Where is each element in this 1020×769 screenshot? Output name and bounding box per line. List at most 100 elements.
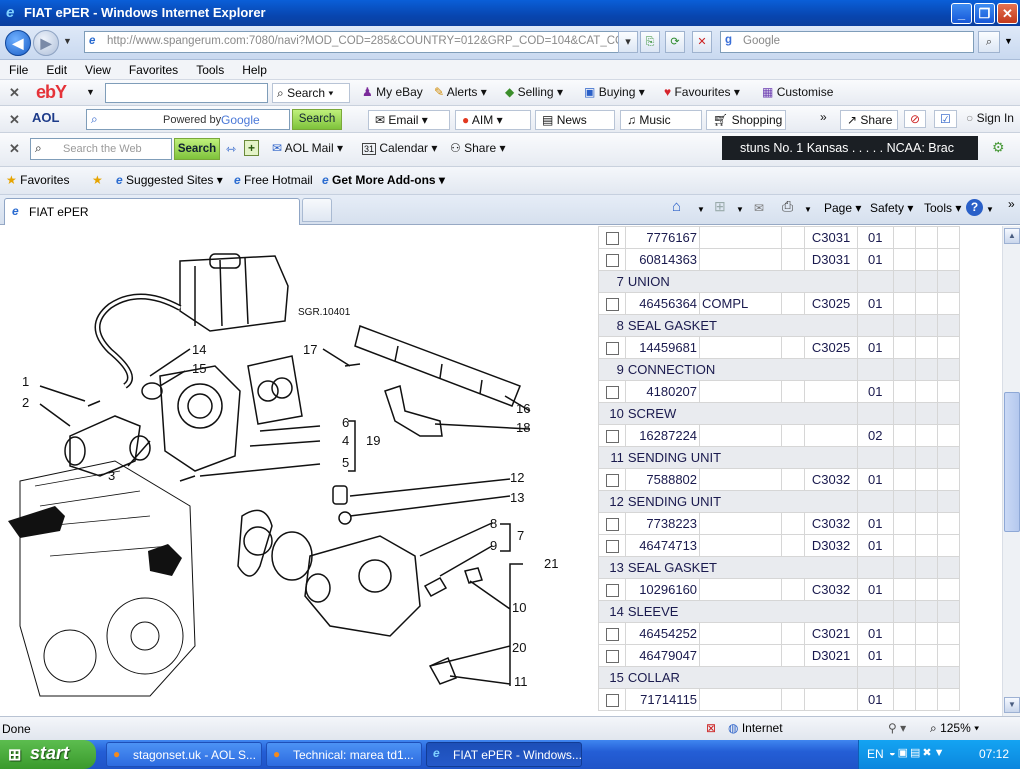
refresh-button[interactable]: ⟳	[665, 31, 685, 53]
tray-icons[interactable]: ◒▣▤✖▼	[889, 746, 947, 759]
menu-view[interactable]: View	[76, 60, 120, 77]
settings-gear-icon[interactable]: ⚙	[992, 139, 1005, 156]
zoom-control[interactable]: ⌕ 125% ▾	[930, 721, 979, 736]
feeds-dropdown-icon[interactable]: ▼	[736, 205, 744, 214]
tools-menu[interactable]: Tools ▾	[924, 201, 961, 215]
news-ticker[interactable]: stuns No. 1 Kansas . . . . . NCAA: Brac	[722, 136, 978, 160]
part-select-checkbox[interactable]	[605, 474, 619, 488]
scroll-thumb[interactable]	[1004, 392, 1020, 532]
part-select-checkbox[interactable]	[605, 232, 619, 246]
address-input[interactable]: e http://www.spangerum.com:7080/navi?MOD…	[84, 31, 634, 53]
close-toolbar-icon[interactable]: ✕	[9, 112, 20, 128]
forward-button[interactable]: ▶	[33, 30, 59, 56]
free-hotmail-link[interactable]: e Free Hotmail	[234, 173, 313, 187]
email-button[interactable]: ✉ Email ▾	[368, 110, 450, 130]
help-dropdown-icon[interactable]: ▼	[986, 205, 994, 214]
share-menu-button[interactable]: ⚇ Share ▾	[450, 141, 506, 155]
address-dropdown-button[interactable]: ▾	[618, 31, 638, 53]
safety-menu[interactable]: Safety ▾	[870, 201, 913, 215]
page-menu[interactable]: Page ▾	[824, 201, 861, 215]
favorites-button[interactable]: ★ Favorites	[6, 173, 69, 187]
addons-status-icon[interactable]: ⚲ ▾	[888, 721, 906, 735]
shopping-button[interactable]: 🛒︎ Shopping	[706, 110, 786, 130]
more-chevron-icon[interactable]: »	[820, 110, 827, 124]
task-technical-marea[interactable]: ● Technical: marea td1...	[266, 742, 422, 767]
buying-button[interactable]: ▣ Buying ▾	[584, 85, 645, 99]
mail-icon[interactable]: ✉	[754, 201, 764, 215]
customise-button[interactable]: ▦ Customise	[762, 85, 833, 99]
part-select-checkbox[interactable]	[605, 540, 619, 554]
suggested-sites-link[interactable]: e Suggested Sites ▾	[116, 173, 223, 187]
help-icon[interactable]: ?	[966, 199, 983, 216]
web-search-button[interactable]: Search	[174, 138, 220, 160]
add-button[interactable]: +	[244, 140, 260, 156]
history-dropdown-icon[interactable]: ▼	[63, 36, 72, 46]
part-select-checkbox[interactable]	[605, 298, 619, 312]
protected-mode-icon[interactable]: ⊠	[706, 721, 716, 735]
alerts-button[interactable]: ✎ Alerts ▾	[434, 85, 487, 99]
part-select-checkbox[interactable]	[605, 430, 619, 444]
share-button[interactable]: ↗ Share	[840, 110, 898, 130]
resize-handle-icon[interactable]: ⇿	[226, 142, 236, 156]
part-select-checkbox[interactable]	[605, 518, 619, 532]
part-select-checkbox[interactable]	[605, 650, 619, 664]
start-button[interactable]: ⊞ start	[0, 740, 96, 769]
more-chevron-icon[interactable]: »	[1008, 197, 1015, 211]
selling-button[interactable]: ◆ Selling ▾	[505, 85, 563, 99]
tab-fiat-eper[interactable]: e FIAT ePER	[4, 198, 300, 225]
web-search-field[interactable]: ⌕ Search the Web	[30, 138, 172, 160]
scroll-down-arrow-icon[interactable]: ▼	[1004, 697, 1020, 713]
stop-button[interactable]: ✕	[692, 31, 712, 53]
close-toolbar-icon[interactable]: ✕	[9, 141, 20, 157]
menu-favorites[interactable]: Favorites	[120, 60, 187, 77]
part-select-checkbox[interactable]	[605, 386, 619, 400]
add-favorite-icon[interactable]: ★	[92, 173, 103, 187]
calendar-button[interactable]: 31 Calendar ▾	[362, 141, 437, 155]
block-button[interactable]: ⊘	[904, 110, 927, 128]
ebay-search-input[interactable]	[105, 83, 268, 103]
home-dropdown-icon[interactable]: ▼	[697, 205, 705, 214]
close-toolbar-icon[interactable]: ✕	[9, 85, 20, 101]
back-button[interactable]: ◀	[5, 30, 31, 56]
new-tab-button[interactable]	[302, 198, 332, 222]
check-button[interactable]: ☑	[934, 110, 957, 128]
ebay-menu-icon[interactable]: ▼	[86, 87, 95, 97]
close-button[interactable]: ✕	[997, 3, 1018, 24]
favourites-button[interactable]: ♥ Favourites ▾	[664, 85, 740, 99]
menu-help[interactable]: Help	[233, 60, 276, 77]
ebay-logo[interactable]: ebY	[36, 82, 67, 103]
part-select-checkbox[interactable]	[605, 694, 619, 708]
menu-file[interactable]: File	[0, 60, 37, 77]
internet-zone[interactable]: ◍ Internet	[728, 721, 783, 735]
task-fiat-eper[interactable]: e FIAT ePER - Windows...	[426, 742, 582, 767]
part-select-checkbox[interactable]	[605, 628, 619, 642]
compat-view-button[interactable]: ⎘	[640, 31, 660, 53]
maximize-button[interactable]: ❐	[974, 3, 995, 24]
scroll-up-arrow-icon[interactable]: ▲	[1004, 228, 1020, 244]
print-icon[interactable]: ⎙	[782, 198, 793, 215]
aol-search-input[interactable]: ⌕ Powered by Google	[86, 109, 290, 130]
language-indicator[interactable]: EN	[867, 747, 884, 761]
part-select-checkbox[interactable]	[605, 254, 619, 268]
part-select-checkbox[interactable]	[605, 584, 619, 598]
news-button[interactable]: ▤ News	[535, 110, 615, 130]
search-button[interactable]: ⌕	[978, 31, 1000, 53]
web-search-input[interactable]: g Google	[720, 31, 974, 53]
get-addons-link[interactable]: e Get More Add-ons ▾	[322, 173, 445, 187]
part-select-checkbox[interactable]	[605, 342, 619, 356]
aol-search-button[interactable]: Search	[292, 109, 342, 130]
vertical-scrollbar[interactable]: ▲ ▼	[1002, 226, 1020, 716]
task-aol-search[interactable]: ● stagonset.uk - AOL S...	[106, 742, 262, 767]
aim-button[interactable]: ● AIM ▾	[455, 110, 531, 130]
my-ebay-button[interactable]: ♟ My eBay	[362, 85, 423, 99]
ebay-search-button[interactable]: ⌕ Search ▾	[272, 83, 350, 103]
minimize-button[interactable]: _	[951, 3, 972, 24]
menu-tools[interactable]: Tools	[187, 60, 233, 77]
sign-in-button[interactable]: ○ Sign In	[966, 111, 1014, 125]
home-icon[interactable]: ⌂	[672, 198, 681, 215]
print-dropdown-icon[interactable]: ▼	[804, 205, 812, 214]
music-button[interactable]: ♫ Music	[620, 110, 702, 130]
feeds-icon[interactable]: ⊞	[714, 198, 726, 215]
aol-logo[interactable]: AOL	[32, 110, 59, 125]
menu-edit[interactable]: Edit	[37, 60, 76, 77]
